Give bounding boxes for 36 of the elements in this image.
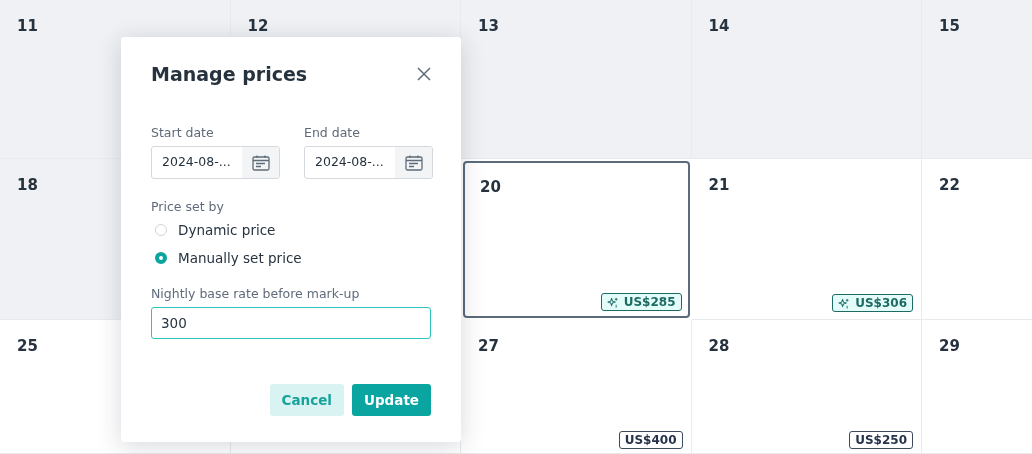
sparkle-icon — [606, 296, 618, 308]
day-number: 18 — [17, 176, 38, 194]
calendar-icon[interactable] — [404, 154, 423, 171]
day-number: 22 — [939, 176, 960, 194]
price-tag: US$250 — [849, 431, 913, 449]
sparkle-icon — [838, 297, 850, 309]
day-cell[interactable]: 21 US$306 — [691, 159, 922, 320]
day-number: 28 — [708, 337, 730, 355]
price-tag: US$306 — [832, 294, 913, 312]
day-number: 25 — [17, 337, 38, 355]
field-label: End date — [304, 125, 360, 140]
day-number: 14 — [708, 17, 730, 35]
day-number: 29 — [939, 337, 960, 355]
day-number: 15 — [939, 17, 960, 35]
price-tag: US$285 — [600, 293, 682, 311]
date-field[interactable]: 2024-08-... — [151, 146, 280, 179]
day-number: 12 — [247, 17, 269, 35]
day-cell[interactable]: 15 — [922, 0, 1032, 159]
day-number: 11 — [17, 17, 38, 35]
day-cell[interactable]: 27 US$400 — [461, 320, 692, 454]
day-number: 13 — [478, 17, 499, 35]
day-cell[interactable]: 14 — [691, 0, 922, 159]
field-label: Price set by — [151, 199, 224, 214]
day-number: 20 — [480, 178, 501, 196]
price-tag: US$400 — [618, 431, 683, 449]
day-cell[interactable]: 13 — [461, 0, 692, 159]
close-icon[interactable] — [417, 67, 431, 81]
radio-button[interactable] — [155, 252, 167, 264]
rate-input[interactable]: 300 — [151, 307, 431, 339]
field-label: Start date — [151, 125, 214, 140]
calendar-icon[interactable] — [251, 154, 270, 171]
date-field[interactable]: 2024-08-... — [304, 146, 433, 179]
day-number: 21 — [708, 176, 730, 194]
day-cell[interactable]: 28 US$250 — [691, 320, 922, 454]
day-cell[interactable]: 20 US$285 — [463, 161, 690, 318]
day-number: 27 — [478, 337, 499, 355]
